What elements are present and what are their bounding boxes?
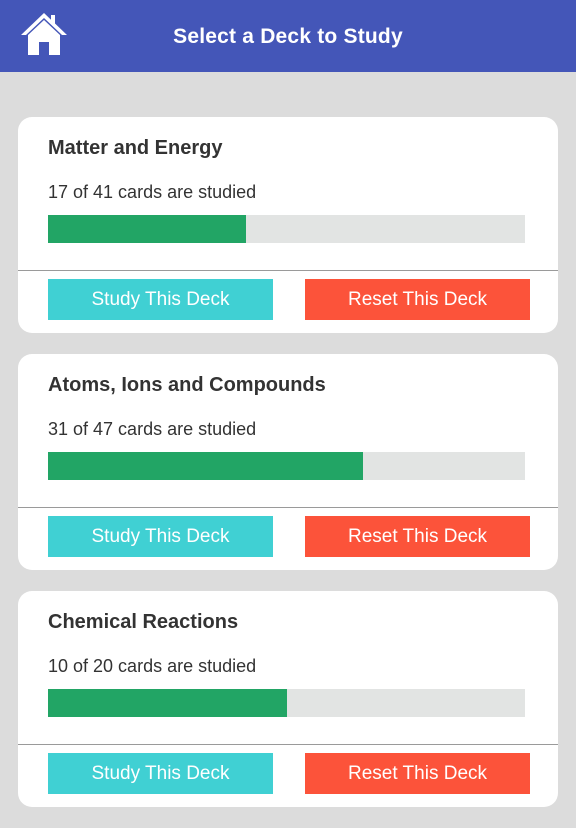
deck-progress-text: 17 of 41 cards are studied xyxy=(48,182,257,202)
deck-card: Atoms, Ions and Compounds 31 of 47 cards… xyxy=(18,354,558,570)
deck-list: Matter and Energy 17 of 41 cards are stu… xyxy=(18,117,558,828)
divider xyxy=(18,744,558,745)
deck-card: Chemical Reactions 10 of 20 cards are st… xyxy=(18,591,558,807)
study-deck-button[interactable]: Study This Deck xyxy=(48,516,273,557)
study-deck-button[interactable]: Study This Deck xyxy=(48,279,273,320)
progress-fill xyxy=(48,689,287,717)
deck-progress-text: 31 of 47 cards are studied xyxy=(48,419,257,439)
deck-title: Chemical Reactions xyxy=(48,611,239,633)
progress-fill xyxy=(48,452,363,480)
progress-bar xyxy=(48,215,525,243)
app-header: Select a Deck to Study xyxy=(0,0,576,72)
deck-progress-text: 10 of 20 cards are studied xyxy=(48,656,257,676)
divider xyxy=(18,507,558,508)
home-button[interactable] xyxy=(20,11,68,57)
deck-title: Atoms, Ions and Compounds xyxy=(48,374,326,396)
deck-title: Matter and Energy xyxy=(48,137,223,159)
progress-bar xyxy=(48,689,525,717)
progress-fill xyxy=(48,215,246,243)
progress-bar xyxy=(48,452,525,480)
home-icon xyxy=(21,13,67,55)
divider xyxy=(18,270,558,271)
reset-deck-button[interactable]: Reset This Deck xyxy=(305,279,530,320)
deck-card: Matter and Energy 17 of 41 cards are stu… xyxy=(18,117,558,333)
study-deck-button[interactable]: Study This Deck xyxy=(48,753,273,794)
page-title: Select a Deck to Study xyxy=(173,25,403,48)
reset-deck-button[interactable]: Reset This Deck xyxy=(305,753,530,794)
reset-deck-button[interactable]: Reset This Deck xyxy=(305,516,530,557)
